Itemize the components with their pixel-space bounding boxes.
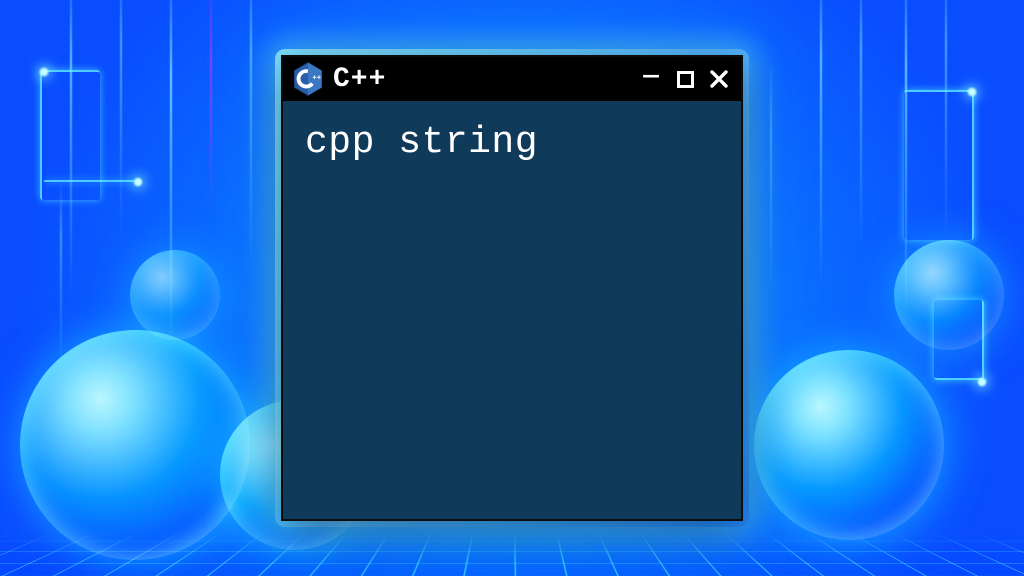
circuit-trace xyxy=(44,180,134,182)
glow-orb xyxy=(894,240,1004,350)
circuit-node xyxy=(966,86,978,98)
terminal-content[interactable]: cpp string xyxy=(283,101,741,519)
titlebar[interactable]: C++ — xyxy=(283,57,741,101)
app-window: C++ — cpp string xyxy=(281,55,743,521)
window-title: C++ xyxy=(333,64,386,95)
window-glow: C++ — cpp string xyxy=(257,31,767,545)
window-glow-inner: C++ — cpp string xyxy=(275,49,749,527)
glow-orb xyxy=(130,250,220,340)
circuit-node xyxy=(38,66,50,78)
window-controls: — xyxy=(637,65,733,93)
circuit-node xyxy=(976,376,988,388)
circuit-trace xyxy=(904,90,974,240)
terminal-text: cpp string xyxy=(305,121,538,164)
data-stream xyxy=(210,0,212,220)
data-stream xyxy=(60,180,62,370)
square-icon xyxy=(677,71,694,88)
minimize-button[interactable]: — xyxy=(637,65,665,93)
cpp-logo-icon xyxy=(293,62,323,96)
data-stream xyxy=(120,0,122,240)
data-stream xyxy=(250,0,252,270)
close-button[interactable] xyxy=(705,65,733,93)
data-stream xyxy=(860,0,862,250)
glow-orb xyxy=(20,330,250,560)
data-stream xyxy=(770,60,772,300)
circuit-node xyxy=(132,176,144,188)
glow-orb xyxy=(754,350,944,540)
maximize-button[interactable] xyxy=(671,65,699,93)
close-icon xyxy=(709,69,729,89)
data-stream xyxy=(820,0,822,290)
